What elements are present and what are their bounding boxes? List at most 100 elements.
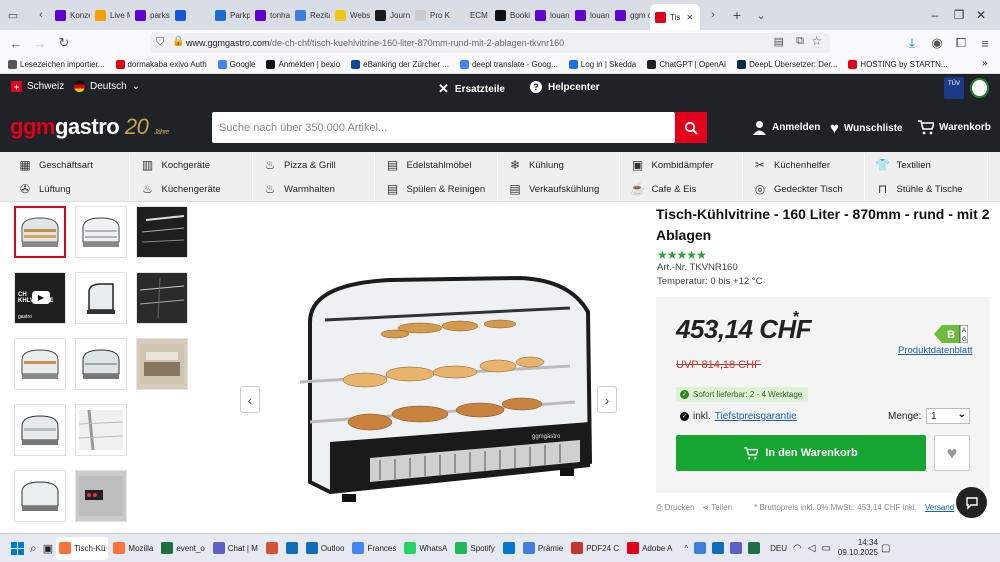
- guarantee-link[interactable]: Tiefstpreisgarantie: [715, 411, 797, 422]
- browser-tab[interactable]: [170, 3, 210, 27]
- share-link[interactable]: ⋖ Teilen: [702, 503, 732, 513]
- address-bar[interactable]: ⛉ 🔒 www.ggmgastro.com/de-ch-chf/tisch-ku…: [150, 33, 830, 53]
- gallery-next-button[interactable]: ›: [597, 386, 617, 413]
- gallery-prev-button[interactable]: ‹: [240, 386, 260, 413]
- taskbar-app[interactable]: PDF24 C: [568, 537, 622, 560]
- browser-tab[interactable]: Tis ✕: [650, 4, 700, 30]
- taskbar-app[interactable]: Outloo: [303, 537, 348, 560]
- cart-button[interactable]: Warenkorb: [918, 120, 991, 135]
- thumbnail-8[interactable]: [75, 338, 127, 390]
- browser-tab[interactable]: louan: [570, 3, 610, 27]
- extensions-icon[interactable]: ⧠: [949, 32, 973, 54]
- login-button[interactable]: Anmelden: [752, 120, 820, 135]
- reload-icon[interactable]: ↻: [52, 32, 76, 54]
- browser-tab[interactable]: Journa: [370, 3, 410, 27]
- taskbar-app[interactable]: [283, 537, 301, 560]
- helpcenter-link[interactable]: ? Helpcenter: [530, 81, 600, 93]
- thumbnail-3[interactable]: [136, 206, 188, 258]
- chat-widget-button[interactable]: [956, 487, 987, 518]
- category-item[interactable]: ❄ Kühlung: [498, 153, 620, 177]
- bookmark-item[interactable]: ChatGPT | OpenAI: [647, 60, 726, 69]
- category-item[interactable]: ✂ Küchenhelfer: [743, 153, 865, 177]
- category-item[interactable]: ▦ Geschäftsart: [8, 153, 130, 177]
- thumbnail-6[interactable]: [136, 272, 188, 324]
- wifi-icon[interactable]: ◠: [790, 537, 805, 560]
- wishlist-button[interactable]: ♥ Wunschliste: [830, 120, 903, 137]
- shipping-link[interactable]: Versand: [925, 503, 954, 513]
- country-selector[interactable]: + Schweiz: [11, 81, 64, 92]
- thumbnail-13[interactable]: [75, 470, 127, 522]
- bookmark-item[interactable]: dormakaba exivo Auth: [115, 60, 207, 69]
- energy-label-icon[interactable]: B A G: [934, 325, 968, 343]
- thumbnail-11[interactable]: [75, 404, 127, 456]
- category-item[interactable]: ♨ Warmhalten: [253, 177, 375, 201]
- bookmark-item[interactable]: eBanking der Zürcher ...: [351, 60, 449, 69]
- start-button[interactable]: [8, 537, 27, 560]
- ggmgastro-logo[interactable]: ggmgastro 20 Jahre: [10, 114, 169, 140]
- taskbar-app[interactable]: [500, 537, 518, 560]
- bookmark-star-icon[interactable]: ☆: [811, 34, 822, 48]
- close-window-icon[interactable]: ✕: [962, 0, 1000, 30]
- bookmark-item[interactable]: Anmelden | bexio: [266, 60, 340, 69]
- thumbnail-video[interactable]: CH KHLVITRINE ▶ gastro: [14, 272, 66, 324]
- category-item[interactable]: ▤ Spülen & Reinigen: [376, 177, 498, 201]
- browser-tab[interactable]: ECM -: [450, 3, 490, 27]
- browser-tab[interactable]: Pro Ka: [410, 3, 450, 27]
- rating-stars[interactable]: ★★★★★: [657, 248, 707, 262]
- add-to-wishlist-button[interactable]: ♥: [934, 435, 970, 471]
- bookmark-item[interactable]: HOSTING by STARTN...: [848, 60, 948, 69]
- screenshot-icon[interactable]: ⧉: [796, 35, 804, 48]
- taskbar-app[interactable]: Mozilla: [110, 537, 156, 560]
- close-tab-icon[interactable]: ✕: [686, 13, 693, 22]
- language-indicator[interactable]: DEU: [767, 537, 790, 560]
- search-button[interactable]: [675, 112, 707, 143]
- downloads-icon[interactable]: ⤓: [900, 32, 924, 54]
- category-item[interactable]: ▣ Kombidämpfer: [621, 153, 743, 177]
- print-link[interactable]: ⎙ Drucken: [656, 503, 694, 513]
- taskbar-app[interactable]: Chat | M: [210, 537, 261, 560]
- tab-list-icon[interactable]: ▭: [4, 6, 22, 24]
- browser-tab[interactable]: Rezita: [290, 3, 330, 27]
- taskbar-app[interactable]: Adobe A: [624, 537, 675, 560]
- bookmark-item[interactable]: Google: [217, 60, 255, 69]
- browser-tab[interactable]: tonhal: [250, 3, 290, 27]
- quantity-select[interactable]: 1 ⌄: [926, 408, 970, 424]
- browser-tab[interactable]: Parkpl: [210, 3, 250, 27]
- category-item[interactable]: 👕 Textilien: [866, 153, 988, 177]
- bookmark-item[interactable]: deepl translate - Goog...: [459, 60, 558, 69]
- account-icon[interactable]: ◉: [925, 32, 949, 54]
- category-item[interactable]: ▤ Edelstahlmöbel: [376, 153, 498, 177]
- taskbar-app[interactable]: Spotify: [452, 537, 497, 560]
- browser-tab[interactable]: parksc: [130, 3, 170, 27]
- taskbar-app[interactable]: Prämie: [520, 537, 566, 560]
- battery-icon[interactable]: ▭: [818, 537, 833, 560]
- category-item[interactable]: ☕ Cafe & Eis: [621, 177, 743, 201]
- add-to-cart-button[interactable]: In den Warenkorb: [676, 435, 926, 471]
- taskbar-app[interactable]: event_o: [158, 537, 207, 560]
- reader-view-icon[interactable]: ▤: [774, 35, 784, 48]
- thumbnail-1[interactable]: [14, 206, 66, 258]
- search-input[interactable]: Suche nach über 350.000 Artikel...: [212, 112, 675, 143]
- spare-parts-link[interactable]: ✕ Ersatzteile: [438, 81, 505, 97]
- menu-icon[interactable]: ≡: [973, 32, 997, 54]
- clock[interactable]: 14:34 09.10.2025: [838, 538, 878, 558]
- tab-overflow-chevron-icon[interactable]: ⌄: [752, 6, 770, 24]
- taskbar-app[interactable]: WhatsA: [401, 537, 450, 560]
- notifications-icon[interactable]: ▢: [878, 537, 893, 560]
- tray-outlook-icon[interactable]: [709, 537, 727, 560]
- tab-scroll-left-icon[interactable]: ‹: [32, 6, 50, 24]
- browser-tab[interactable]: Webst: [330, 3, 370, 27]
- new-tab-icon[interactable]: +: [728, 6, 746, 24]
- taskbar-app[interactable]: [263, 537, 281, 560]
- category-item[interactable]: ♨ Küchengeräte: [131, 177, 253, 201]
- category-item[interactable]: ▤ Verkaufskühlung: [498, 177, 620, 201]
- browser-tab[interactable]: ggm c: [610, 3, 650, 27]
- taskbar-app[interactable]: Tisch-Kü: [56, 536, 109, 560]
- taskbar-search-icon[interactable]: ⌕: [27, 537, 40, 560]
- taskbar-app[interactable]: Frances: [349, 537, 399, 560]
- tray-overflow-icon[interactable]: ^: [681, 537, 691, 560]
- thumbnail-2[interactable]: [75, 206, 127, 258]
- datasheet-link[interactable]: Produktdatenblatt: [898, 345, 972, 356]
- category-item[interactable]: ◎ Gedeckter Tisch: [743, 177, 865, 201]
- thumbnail-9[interactable]: [136, 338, 188, 390]
